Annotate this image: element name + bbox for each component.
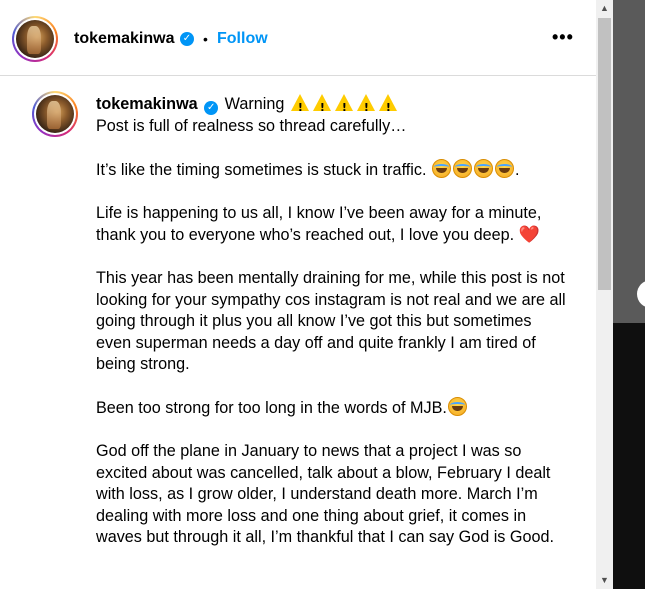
caption-text: tokemakinwa ✓ Warning Post is full of re… (96, 94, 566, 570)
grinning-face-with-sweat-icon (494, 158, 514, 178)
next-post-button[interactable] (637, 280, 645, 308)
scroll-up-icon[interactable]: ▲ (596, 0, 613, 17)
red-heart-icon: ❤️ (518, 225, 540, 244)
caption-paragraph-3: Life is happening to us all, I know I’ve… (96, 203, 542, 245)
header-separator: • (203, 31, 208, 47)
follow-button[interactable]: Follow (217, 30, 268, 48)
caption-scrollbar[interactable]: ▲ ▼ (596, 0, 613, 589)
caption-paragraph-5: Been too strong for too long in the word… (96, 399, 447, 417)
post-media-edge (613, 323, 645, 589)
author-username[interactable]: tokemakinwa (74, 30, 174, 48)
warning-sign-icon (334, 94, 353, 119)
warning-sign-icon (312, 94, 331, 119)
caption-paragraph-2-end: . (514, 160, 520, 179)
caption-avatar[interactable] (32, 91, 78, 137)
post-header: tokemakinwa ✓ • Follow ••• (0, 0, 596, 76)
grinning-face-with-sweat-icon (473, 158, 493, 178)
modal-backdrop (613, 0, 645, 589)
caption-username[interactable]: tokemakinwa (96, 95, 198, 113)
caption-line-1: Post is full of realness so thread caref… (96, 116, 407, 135)
warning-sign-icon (356, 94, 375, 119)
warning-sign-icon (290, 94, 309, 119)
grinning-face-with-sweat-icon (431, 158, 451, 178)
warning-label: Warning (224, 95, 285, 113)
scrollbar-thumb[interactable] (598, 18, 611, 290)
author-avatar[interactable] (12, 16, 58, 62)
verified-badge-icon: ✓ (204, 101, 219, 115)
post-panel: tokemakinwa ✓ • Follow ••• tokemakinwa ✓… (0, 0, 596, 589)
grinning-face-with-sweat-icon (452, 158, 472, 178)
verified-badge-icon: ✓ (180, 32, 194, 46)
caption-paragraph-6: God off the plane in January to news tha… (96, 442, 554, 546)
caption-paragraph-4: This year has been mentally draining for… (96, 269, 566, 373)
warning-sign-icon (378, 94, 397, 119)
more-options-icon[interactable]: ••• (552, 27, 574, 48)
scroll-down-icon[interactable]: ▼ (596, 572, 613, 589)
grinning-face-with-sweat-icon (447, 397, 467, 416)
caption-paragraph-2: It’s like the timing sometimes is stuck … (96, 160, 427, 179)
